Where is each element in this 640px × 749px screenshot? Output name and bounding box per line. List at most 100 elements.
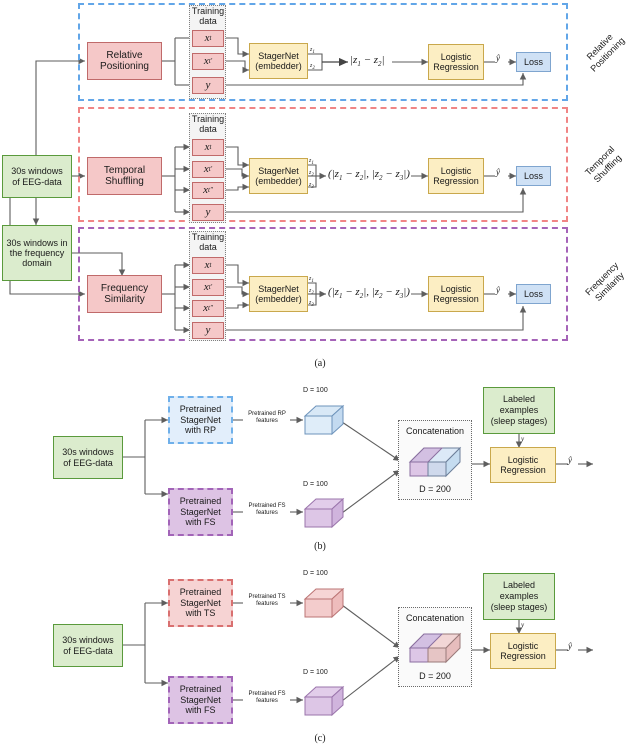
label-box-ts-y: y <box>192 204 224 221</box>
training-data-caption-rp: Training data <box>186 6 230 28</box>
labeled-b-l1: Labeled <box>502 394 536 405</box>
dim-label-fs-c: D = 100 <box>303 669 328 676</box>
labeled-c-l2: examples <box>499 591 539 602</box>
stagernet-fs-l2: (embedder) <box>255 294 302 304</box>
input-b-l2: of EEG-data <box>63 457 113 468</box>
input-eeg-line1: 30s windows <box>11 166 63 177</box>
labeled-examples-box-b: Labeled examples (sleep stages) <box>483 387 555 434</box>
training-fs-l2: data <box>199 242 217 252</box>
prediction-label-b: ŷ <box>568 455 572 465</box>
pretrained-ts-l3: with TS <box>185 608 216 619</box>
input-freq-line2: the frequency <box>9 247 65 258</box>
pretrained-stagernet-fs-box-c: Pretrained StagerNet with FS <box>168 676 233 724</box>
z-label-fs-z2: z2 <box>309 288 314 297</box>
features-fs-b-l2: features <box>256 510 278 516</box>
logistic-regression-box-rp: Logistic Regression <box>428 44 484 80</box>
input-c-l2: of EEG-data <box>63 645 113 656</box>
input-eeg-windows-a: 30s windows of EEG-data <box>2 155 72 198</box>
logreg-rp-l2: Regression <box>433 62 479 72</box>
logreg-ts-l1: Logistic <box>440 165 472 176</box>
z-label-fs-z1: z1 <box>309 276 314 285</box>
input-eeg-windows-b: 30s windows of EEG-data <box>53 436 123 479</box>
label-box-fs-y: y <box>192 322 224 339</box>
training-rp-l2: data <box>199 16 217 26</box>
z-label-ts-z2: z2 <box>309 170 314 179</box>
logreg-ts-l2: Regression <box>433 176 479 186</box>
pretrained-fs-b-l1: Pretrained <box>179 496 222 507</box>
task-fs-l1: Frequency <box>100 282 149 294</box>
stagernet-rp-l1: StagerNet <box>258 50 299 61</box>
logreg-c-l2: Regression <box>500 651 546 661</box>
pretrained-stagernet-rp-box: Pretrained StagerNet with RP <box>168 396 233 444</box>
concatenation-dim-c: D = 200 <box>419 671 451 681</box>
input-freq-windows-a: 30s windows in the frequency domain <box>2 225 72 281</box>
loss-box-fs: Loss <box>516 284 551 304</box>
features-label-fs-b: Pretrained FS features <box>241 501 293 519</box>
feature-cube-ts <box>303 587 345 619</box>
z-label-ts-z3: z3 <box>309 182 314 191</box>
labeled-c-l3: (sleep stages) <box>490 601 548 612</box>
pretrained-fs-c-l3: with FS <box>185 705 216 716</box>
dim-label-rp-b: D = 100 <box>303 387 328 394</box>
logreg-b-l1: Logistic <box>507 454 539 465</box>
concatenation-title-b: Concatenation <box>405 426 465 436</box>
stagernet-fs-l1: StagerNet <box>258 283 299 294</box>
sample-box-ts-xt1: x t′ <box>192 161 224 178</box>
task-fs-l2: Similarity <box>104 294 145 305</box>
pretrained-stagernet-ts-box: Pretrained StagerNet with TS <box>168 579 233 627</box>
prediction-label-rp: ŷ <box>496 53 500 63</box>
dim-label-ts-c: D = 100 <box>303 570 328 577</box>
combine-expr-rp: |z1 − z2| <box>350 54 385 69</box>
logistic-regression-box-c: Logistic Regression <box>490 633 556 669</box>
stagernet-box-ts: StagerNet (embedder) <box>249 158 308 194</box>
task-rp-l2: Positioning <box>100 61 149 72</box>
features-ts-l1: Pretrained TS <box>248 594 286 601</box>
pretrained-stagernet-fs-box-b: Pretrained StagerNet with FS <box>168 488 233 536</box>
logreg-fs-l2: Regression <box>433 294 479 304</box>
features-rp-l2: features <box>256 418 278 424</box>
sample-box-fs-xt: xt <box>192 257 224 274</box>
logreg-c-l1: Logistic <box>507 640 539 651</box>
input-freq-line1: 30s windows in <box>6 237 68 248</box>
sample-box-rp-xt: xt <box>192 30 224 47</box>
figure-root: Relative Positioning Temporal Shuffling … <box>0 0 640 749</box>
z-label-rp-z1: z1 <box>310 47 315 56</box>
panel-c-caption: (c) <box>314 732 326 744</box>
z-label-fs-z3: z3 <box>309 300 314 309</box>
sample-box-rp-xt1: x t′ <box>192 53 224 70</box>
logreg-b-l2: Regression <box>500 465 546 475</box>
labeled-b-l3: (sleep stages) <box>490 415 548 426</box>
logreg-rp-l1: Logistic <box>440 51 472 62</box>
task-box-temporal-shuffling: Temporal Shuffling <box>87 157 162 195</box>
prediction-label-c: ŷ <box>568 641 572 651</box>
feature-cube-fs-c <box>303 685 345 717</box>
z-label-rp-z2: z2 <box>310 63 315 72</box>
feature-cube-fs-b <box>303 497 345 529</box>
stagernet-ts-l1: StagerNet <box>258 165 299 176</box>
pretrained-fs-c-l1: Pretrained <box>179 684 222 695</box>
pretrained-fs-c-l2: StagerNet <box>180 694 221 705</box>
training-data-caption-fs: Training data <box>186 232 230 254</box>
logistic-regression-box-fs: Logistic Regression <box>428 276 484 312</box>
pretrained-rp-l2: StagerNet <box>180 414 221 425</box>
z-label-ts-z1: z1 <box>309 158 314 167</box>
features-fs-b-l1: Pretrained FS <box>248 503 286 510</box>
features-rp-l1: Pretrained RP <box>248 411 286 418</box>
sample-box-fs-xt1: x t′ <box>192 279 224 296</box>
features-label-rp-b: Pretrained RP features <box>241 409 293 427</box>
features-fs-c-l1: Pretrained FS <box>248 691 286 698</box>
pretrained-fs-b-l2: StagerNet <box>180 506 221 517</box>
combine-expr-fs: (|z1 − z2|, |z2 − z3|) <box>328 286 410 301</box>
pretrained-fs-b-l3: with FS <box>185 517 216 528</box>
panel-b-caption: (b) <box>314 540 326 552</box>
input-freq-line3: domain <box>22 258 52 269</box>
label-box-rp-y: y <box>192 77 224 94</box>
stagernet-box-fs: StagerNet (embedder) <box>249 276 308 312</box>
concatenation-cube-b <box>408 446 462 478</box>
pretrained-rp-l1: Pretrained <box>179 404 222 415</box>
stagernet-box-rp: StagerNet (embedder) <box>249 43 308 79</box>
loss-box-ts: Loss <box>516 166 551 186</box>
combine-expr-ts: (|z1 − z2|, |z2 − z3|) <box>328 168 410 183</box>
task-ts-l1: Temporal <box>103 164 146 176</box>
features-ts-l2: features <box>256 601 278 607</box>
